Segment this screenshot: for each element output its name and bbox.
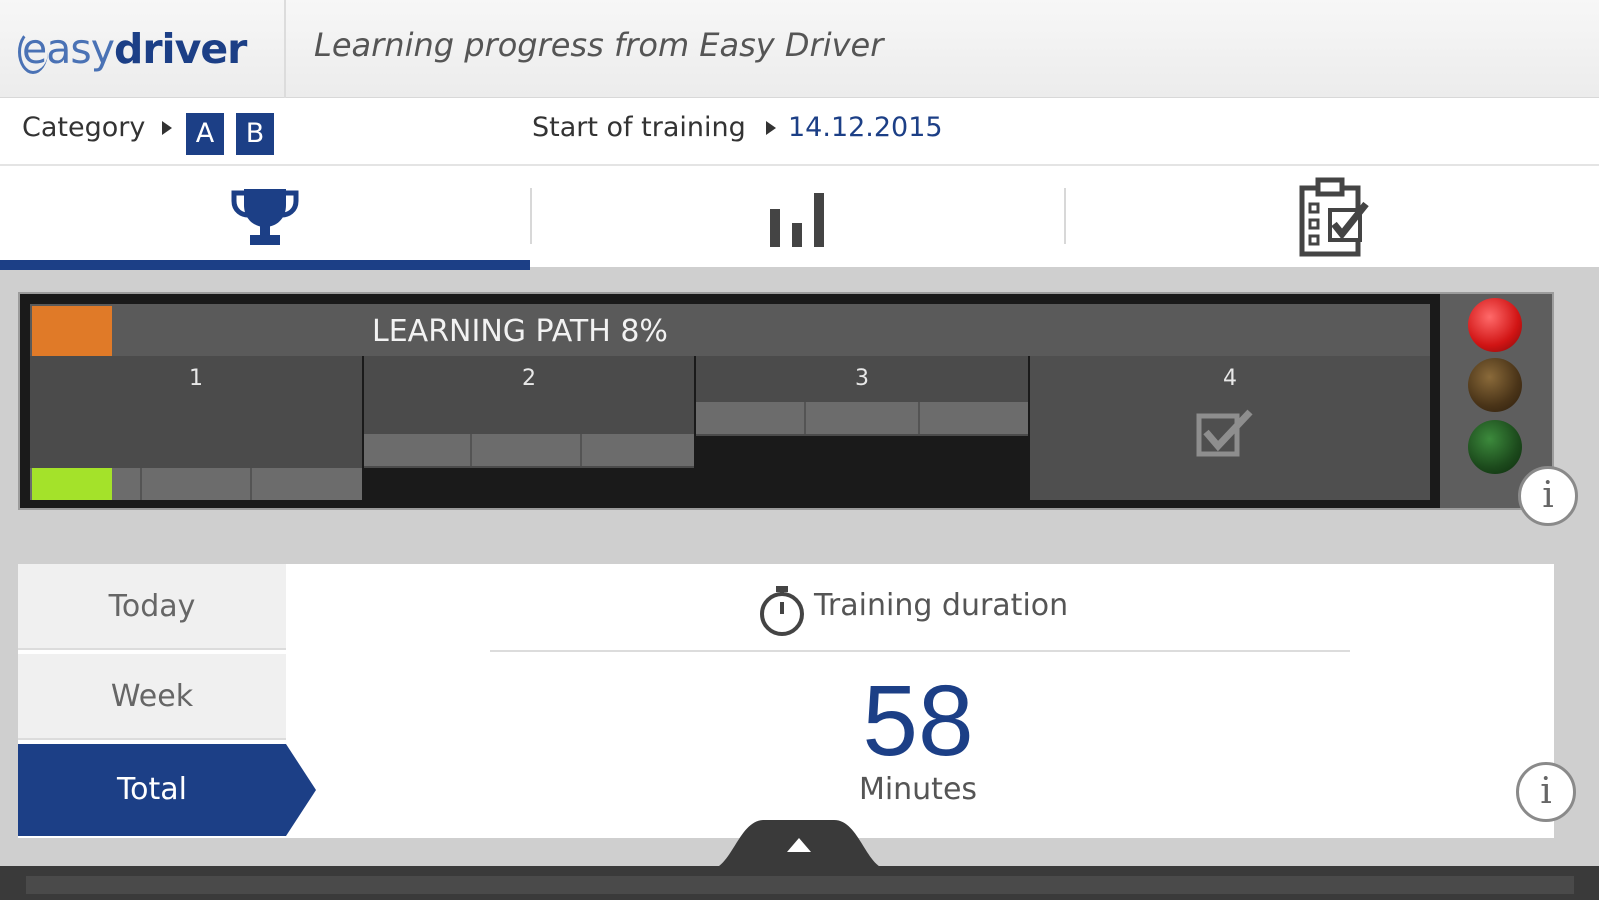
segment-divider: [470, 434, 472, 466]
app-header: easy driver Learning progress from Easy D…: [0, 0, 1599, 98]
segment-divider: [140, 468, 142, 500]
training-duration-unit: Minutes: [858, 772, 978, 807]
start-training-label: Start of training: [532, 112, 746, 143]
category-label: Category: [22, 112, 146, 143]
learning-path-progress-marker: [32, 306, 112, 358]
duration-info-button[interactable]: i: [1516, 762, 1576, 822]
learning-path-info-button[interactable]: i: [1518, 466, 1578, 526]
stage-4-header: [1030, 304, 1430, 356]
trophy-icon: [231, 189, 299, 245]
learning-path-panel: LEARNING PATH 8% 1 2 3 4: [18, 292, 1554, 510]
easydriver-logo: easy driver: [0, 0, 286, 98]
range-tab-today[interactable]: Today: [18, 564, 286, 650]
stage-number: 1: [189, 366, 203, 391]
bar-chart-icon: [770, 193, 824, 247]
page-title: Learning progress from Easy Driver: [314, 26, 884, 64]
start-training-date: 14.12.2015: [788, 112, 943, 143]
traffic-light-green: [1468, 420, 1522, 474]
tab-bar: [0, 166, 1599, 270]
stage-2-bar: [364, 434, 694, 466]
checklist-icon: [1299, 177, 1369, 257]
stage-number: 4: [1223, 366, 1237, 391]
bottom-bar-track: [26, 876, 1574, 894]
start-training-arrow-icon: [766, 121, 776, 135]
active-tab-indicator: [0, 260, 530, 270]
logo-text-driver: driver: [113, 25, 247, 73]
category-badge-a[interactable]: A: [186, 113, 224, 155]
category-badge-b[interactable]: B: [236, 113, 274, 155]
traffic-light-red: [1468, 298, 1522, 352]
stage-3-bar: [696, 402, 1028, 434]
stage-number: 2: [522, 366, 536, 391]
segment-divider: [918, 402, 920, 434]
segment-divider: [580, 434, 582, 466]
logo-swoosh-icon: [18, 30, 48, 74]
segment-divider: [250, 468, 252, 500]
tab-achievements[interactable]: [0, 166, 530, 266]
learning-path-stage-3[interactable]: 3: [696, 356, 1028, 436]
chevron-up-icon: [708, 820, 890, 870]
tab-checklist[interactable]: [1066, 166, 1599, 266]
stopwatch-icon: [760, 586, 804, 636]
info-bar: Category A B Start of training 14.12.201…: [0, 98, 1599, 166]
training-duration-value: 58: [862, 665, 974, 777]
segment-divider: [804, 402, 806, 434]
traffic-light-amber: [1468, 358, 1522, 412]
learning-path-stage-2[interactable]: 2: [364, 356, 694, 468]
learning-path-stage-4[interactable]: 4: [1030, 304, 1430, 500]
learning-path-title: LEARNING PATH 8%: [372, 314, 668, 349]
category-arrow-icon: [162, 121, 172, 135]
training-duration-panel: Today Week Total Training duration 58 Mi…: [18, 564, 1554, 838]
exam-check-icon: [1196, 409, 1253, 457]
training-duration-title: Training duration: [814, 588, 1069, 623]
bottom-bar: [0, 866, 1599, 900]
stage-1-progress-fill: [32, 468, 112, 500]
title-divider: [490, 650, 1350, 652]
tab-statistics[interactable]: [532, 166, 1064, 266]
stage-number: 3: [855, 366, 869, 391]
expand-drawer-handle[interactable]: [708, 820, 890, 870]
